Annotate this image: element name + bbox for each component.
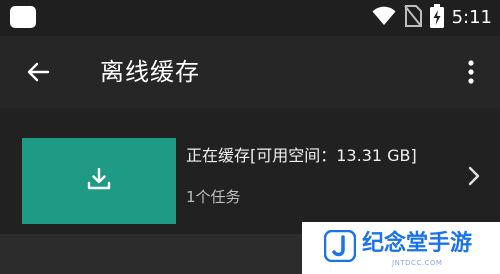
watermark: 纪念堂手游 JNTDCC.COM (302, 222, 500, 274)
watermark-subtext: JNTDCC.COM (392, 259, 443, 267)
chevron-right-icon (466, 164, 482, 188)
more-vert-icon (468, 60, 474, 88)
more-options-button[interactable] (460, 60, 482, 88)
status-bar: 5:11 (0, 0, 500, 36)
back-button[interactable] (22, 58, 54, 90)
status-time: 5:11 (451, 7, 492, 28)
task-thumbnail (22, 138, 176, 224)
cache-task-item[interactable]: 正在缓存[可用空间：13.31 GB] 1个任务 (0, 108, 500, 234)
app-bar: 离线缓存 (0, 36, 500, 108)
notification-square-icon (10, 6, 36, 28)
task-title: 正在缓存[可用空间：13.31 GB] (186, 146, 417, 165)
page-title: 离线缓存 (100, 58, 200, 86)
task-count: 1个任务 (186, 188, 241, 206)
status-icons: 5:11 (372, 4, 492, 32)
battery-charging-icon (429, 4, 444, 32)
wifi-icon (372, 6, 396, 30)
arrow-left-icon (26, 60, 50, 88)
download-icon (87, 167, 111, 194)
no-sim-icon (403, 5, 422, 31)
watermark-logo-icon (323, 229, 357, 263)
watermark-text: 纪念堂手游 (362, 231, 473, 256)
